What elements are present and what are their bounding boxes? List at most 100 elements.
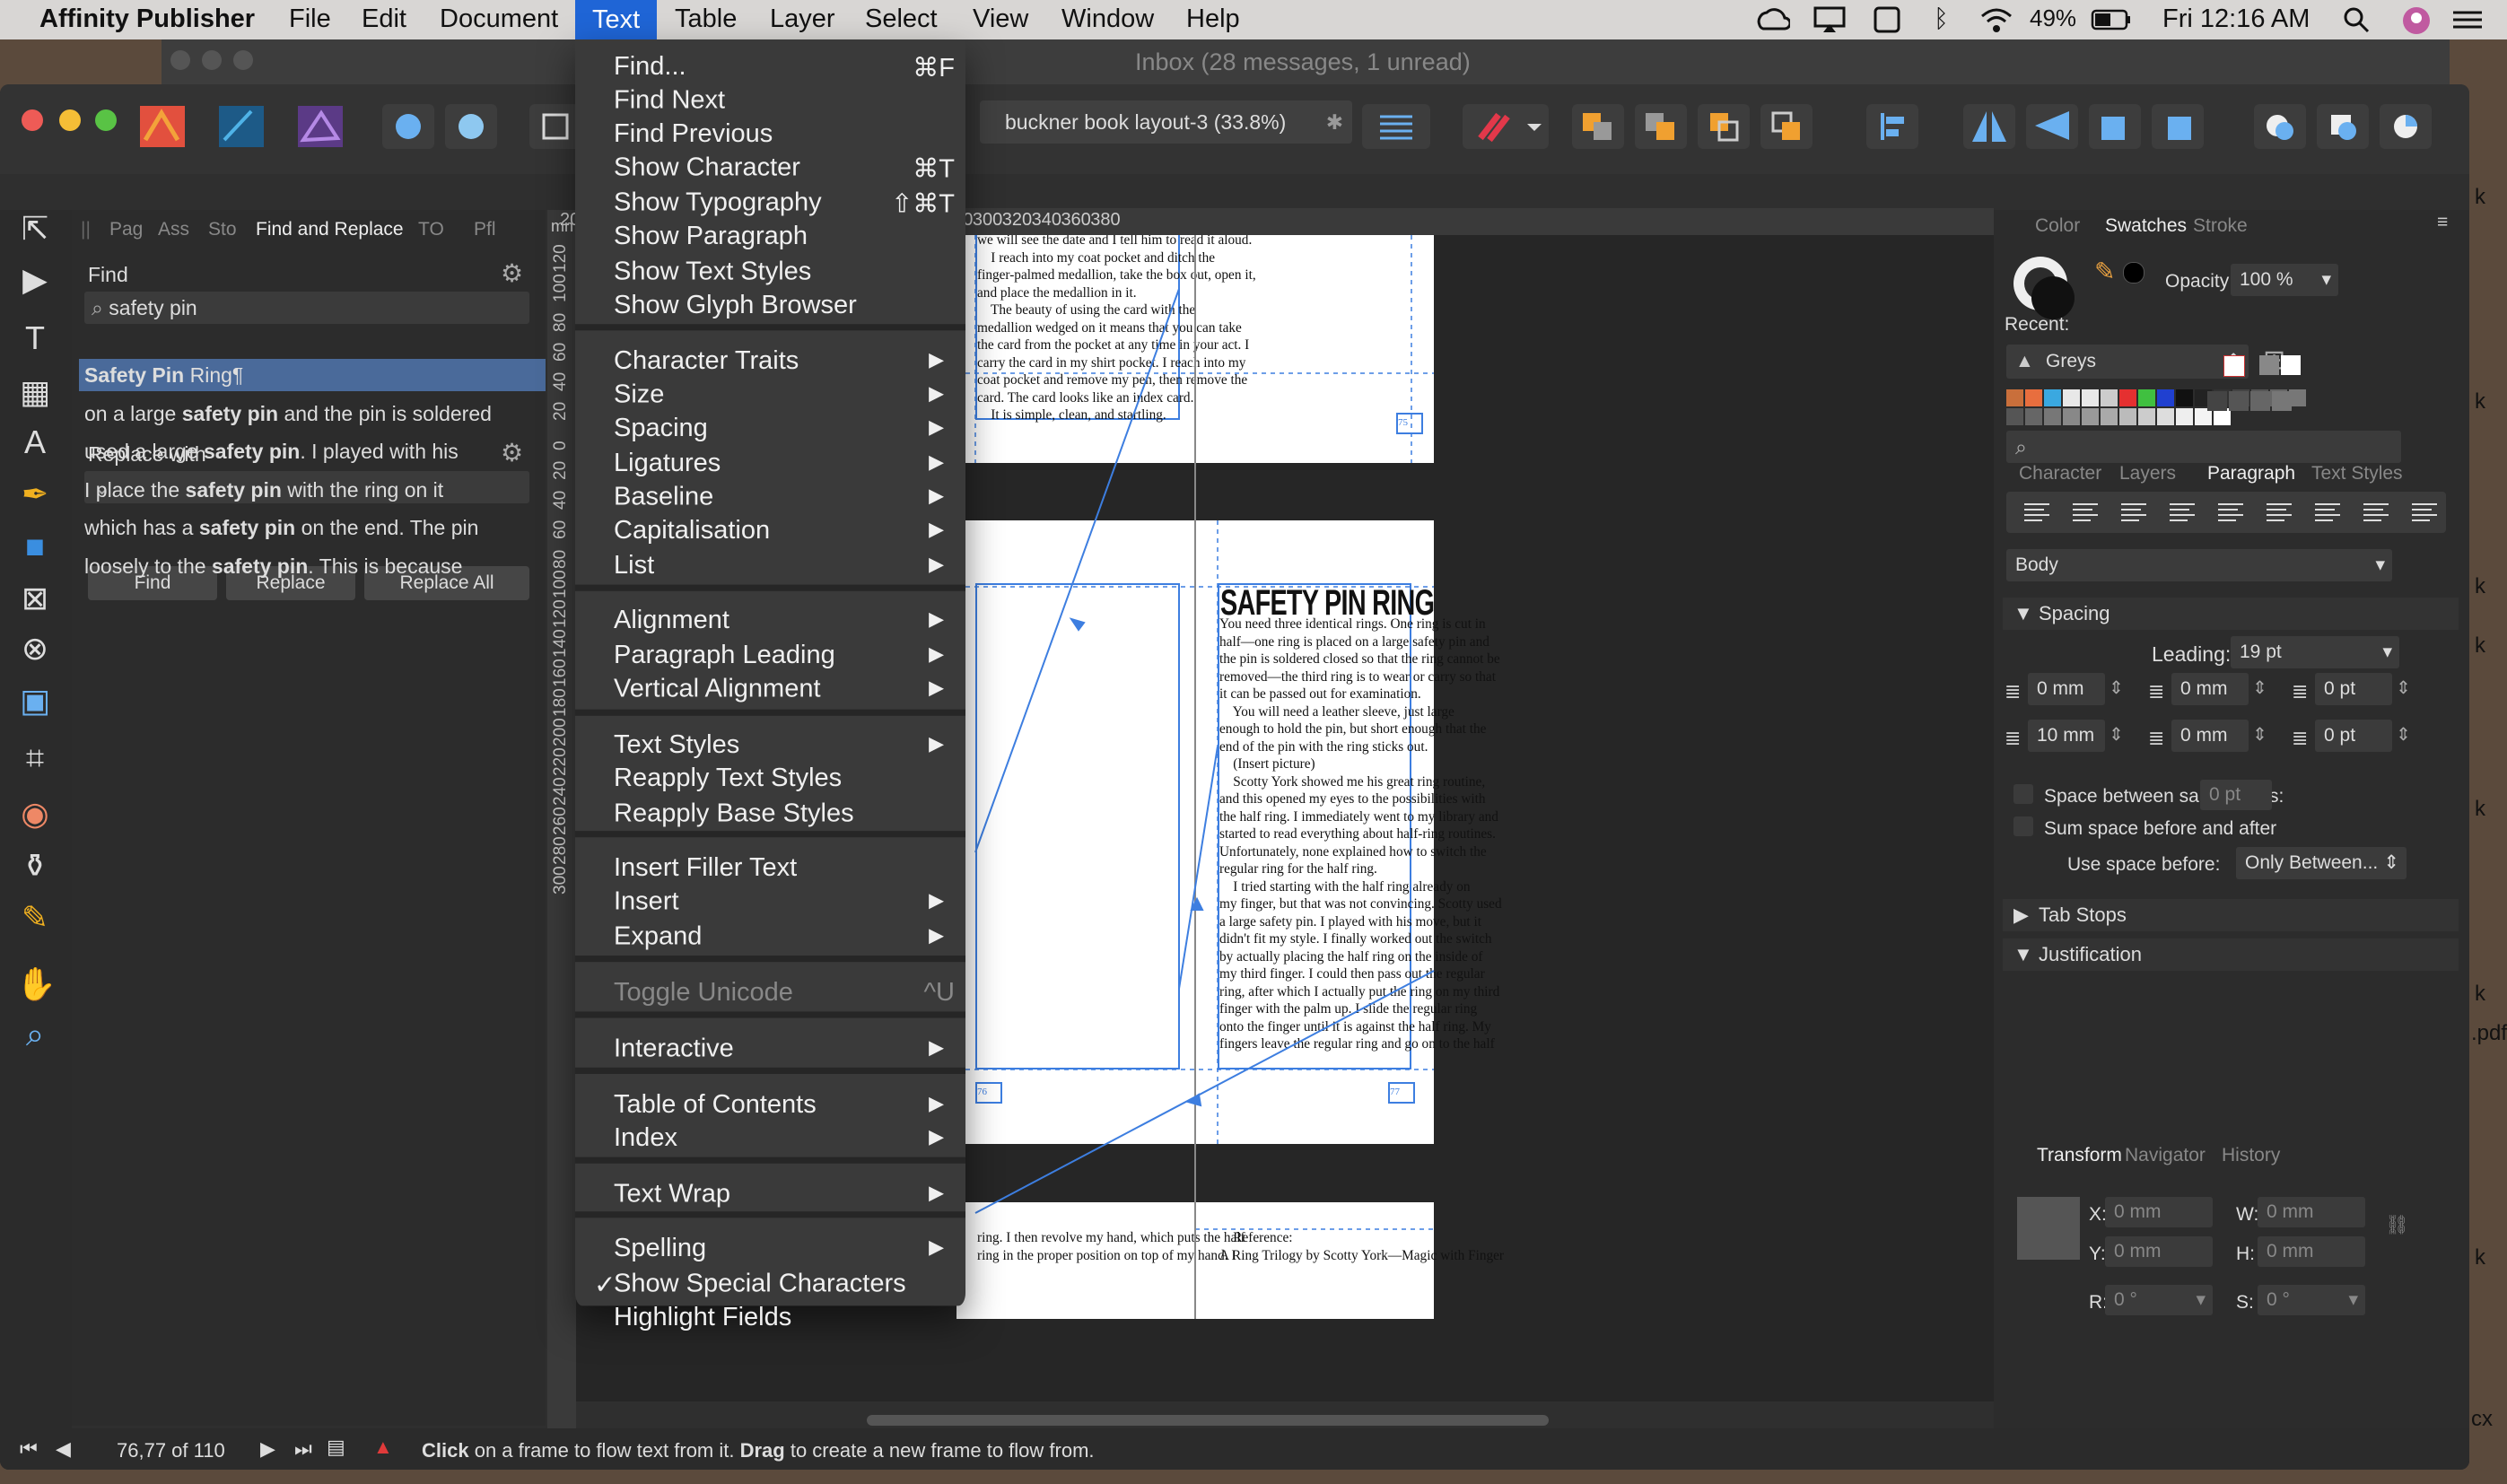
menu-item-find-previous[interactable]: Find Previous	[614, 119, 955, 153]
zoom-button[interactable]	[95, 109, 117, 131]
leading-field[interactable]: 19 pt ▾	[2231, 636, 2399, 668]
minimize-button[interactable]	[59, 109, 81, 131]
app-menu[interactable]: Affinity Publisher	[39, 4, 255, 34]
menu-edit[interactable]: Edit	[362, 4, 406, 34]
menu-item-show-text-styles[interactable]: Show Text Styles	[614, 257, 955, 291]
flow-link-2[interactable]	[1178, 746, 1219, 990]
move-forward-icon[interactable]	[1698, 104, 1750, 149]
node-tool-icon[interactable]: ▶	[16, 261, 54, 299]
find-input[interactable]: ⌕ safety pin	[84, 292, 529, 324]
menu-item-spacing[interactable]: Spacing ▶	[614, 414, 955, 448]
paragraph-align-icon[interactable]	[2358, 499, 2394, 526]
fill-tool-icon[interactable]: ⚱	[16, 847, 54, 885]
menu-item-list[interactable]: List ▶	[614, 551, 955, 585]
paragraph-align-icon[interactable]	[2019, 499, 2055, 526]
last-page-icon[interactable]: ⏭	[294, 1437, 312, 1461]
swatch[interactable]	[2207, 391, 2227, 411]
photo-persona-icon[interactable]	[294, 104, 346, 149]
swatch[interactable]	[2176, 389, 2193, 406]
close-tab-icon[interactable]: ✱	[1326, 100, 1343, 144]
swatch[interactable]	[2082, 389, 2099, 406]
menu-file[interactable]: File	[289, 4, 331, 34]
view-mode-icon[interactable]	[529, 104, 581, 149]
pages-panel-icon[interactable]: ▤	[327, 1436, 345, 1459]
swatch[interactable]	[2006, 389, 2023, 406]
menu-item-show-paragraph[interactable]: Show Paragraph	[614, 222, 955, 256]
find-result-row[interactable]: I place the safety pin with the ring on …	[79, 474, 546, 506]
link-proportions-icon[interactable]: ⛓	[2385, 1215, 2409, 1236]
menu-item-alignment[interactable]: Alignment ▶	[614, 606, 955, 640]
move-backward-icon[interactable]	[1635, 104, 1687, 149]
crop-tool-icon[interactable]: ⌗	[16, 739, 54, 777]
menu-item-show-typography[interactable]: Show Typography ⇧⌘T	[614, 188, 955, 223]
palette-dropdown[interactable]: ▲Greys⇕	[2006, 345, 2249, 379]
align-left-icon[interactable]	[1866, 104, 1918, 149]
swatch[interactable]	[2157, 408, 2174, 425]
page-indicator[interactable]: 76,77 of 110	[117, 1439, 225, 1462]
use-space-dropdown[interactable]: Only Between... ⇕	[2236, 847, 2407, 879]
menu-table[interactable]: Table	[675, 4, 737, 34]
swatch[interactable]	[2272, 391, 2292, 411]
stepper-icon[interactable]: ⇕	[2396, 723, 2411, 746]
menu-item-paragraph-leading[interactable]: Paragraph Leading ▶	[614, 641, 955, 675]
shear-field[interactable]: 0 ° ▾	[2258, 1285, 2365, 1315]
indent-field[interactable]: 0 mm	[2171, 673, 2249, 705]
sum-space-checkbox[interactable]	[2013, 816, 2033, 836]
snapping-magnet-icon[interactable]	[1463, 104, 1549, 149]
recent-swatch-white[interactable]	[2281, 355, 2301, 375]
tab-assets[interactable]: Ass	[158, 219, 189, 240]
menu-item-size[interactable]: Size ▶	[614, 380, 955, 415]
paragraph-align-icon[interactable]	[2164, 499, 2200, 526]
x-field[interactable]: 0 mm	[2105, 1197, 2213, 1227]
picture-frame-tool-icon[interactable]: ⊠	[16, 580, 54, 617]
swatch[interactable]	[2119, 408, 2136, 425]
y-field[interactable]: 0 mm	[2105, 1236, 2213, 1267]
first-page-icon[interactable]: ⏮	[20, 1437, 38, 1461]
tab-stroke[interactable]: Stroke	[2193, 215, 2248, 237]
indent-field[interactable]: 0 mm	[2028, 673, 2105, 705]
publisher-persona-icon[interactable]	[136, 104, 188, 149]
flow-link-3[interactable]	[974, 970, 1435, 1214]
tab-layers[interactable]: Layers	[2119, 463, 2176, 484]
stepper-icon[interactable]: ⇕	[2252, 677, 2267, 699]
menu-window[interactable]: Window	[1061, 4, 1154, 34]
paragraph-align-icon[interactable]	[2407, 499, 2442, 526]
swatch[interactable]	[2157, 389, 2174, 406]
menu-item-find-[interactable]: Find... ⌘F	[614, 52, 955, 86]
airplay-icon[interactable]	[1813, 5, 1847, 34]
stepper-icon[interactable]: ⇕	[2252, 723, 2267, 746]
swatch[interactable]	[2119, 389, 2136, 406]
eyedropper-tool-icon[interactable]: ✎	[16, 899, 54, 937]
vertical-ruler[interactable]: 120 100 80 60 40 20 0 20 40 60 80 100 120 140 160 180 20…	[547, 210, 576, 1470]
menu-item-ligatures[interactable]: Ligatures ▶	[614, 449, 955, 483]
indent-field[interactable]: 10 mm	[2028, 720, 2105, 752]
black-swatch[interactable]	[2123, 262, 2144, 284]
tab-transform[interactable]: Transform	[2037, 1145, 2122, 1166]
find-settings-gear-icon[interactable]: ⚙	[501, 258, 523, 288]
paragraph-style-dropdown[interactable]: Body ▾	[2006, 549, 2392, 581]
find-result-row[interactable]: loosely to the safety pin. This is becau…	[79, 550, 546, 582]
find-result-row[interactable]: Safety Pin Ring¶	[79, 359, 546, 391]
menu-item-index[interactable]: Index ▶	[614, 1123, 955, 1157]
menu-item-highlight-fields[interactable]: Highlight Fields	[614, 1303, 955, 1337]
tab-preflight[interactable]: Pfl	[474, 219, 496, 240]
swatch[interactable]	[2138, 408, 2155, 425]
paragraph-align-icon[interactable]	[2067, 499, 2103, 526]
paragraph-align-icon[interactable]	[2261, 499, 2297, 526]
tab-character[interactable]: Character	[2019, 463, 2101, 484]
menu-item-text-wrap[interactable]: Text Wrap ▶	[614, 1180, 955, 1214]
user-avatar-icon[interactable]	[2401, 5, 2432, 36]
menu-item-spelling[interactable]: Spelling ▶	[614, 1234, 955, 1268]
tab-pages[interactable]: Pag	[109, 219, 143, 240]
background-mail-window[interactable]: Inbox (28 messages, 1 unread)	[162, 39, 2450, 84]
swatch[interactable]	[2250, 391, 2270, 411]
menu-item-capitalisation[interactable]: Capitalisation ▶	[614, 516, 955, 550]
creative-cloud-icon[interactable]	[1754, 5, 1790, 34]
menu-item-interactive[interactable]: Interactive ▶	[614, 1034, 955, 1068]
swatch[interactable]	[2044, 389, 2061, 406]
tab-paragraph[interactable]: Paragraph	[2207, 463, 2295, 484]
menu-item-insert[interactable]: Insert ▶	[614, 886, 955, 921]
tab-stops-section[interactable]: ▶ Tab Stops	[2003, 899, 2459, 931]
baseline-grid-icon[interactable]	[1362, 104, 1430, 149]
bluetooth-icon[interactable]: ᛒ	[1934, 4, 1949, 33]
